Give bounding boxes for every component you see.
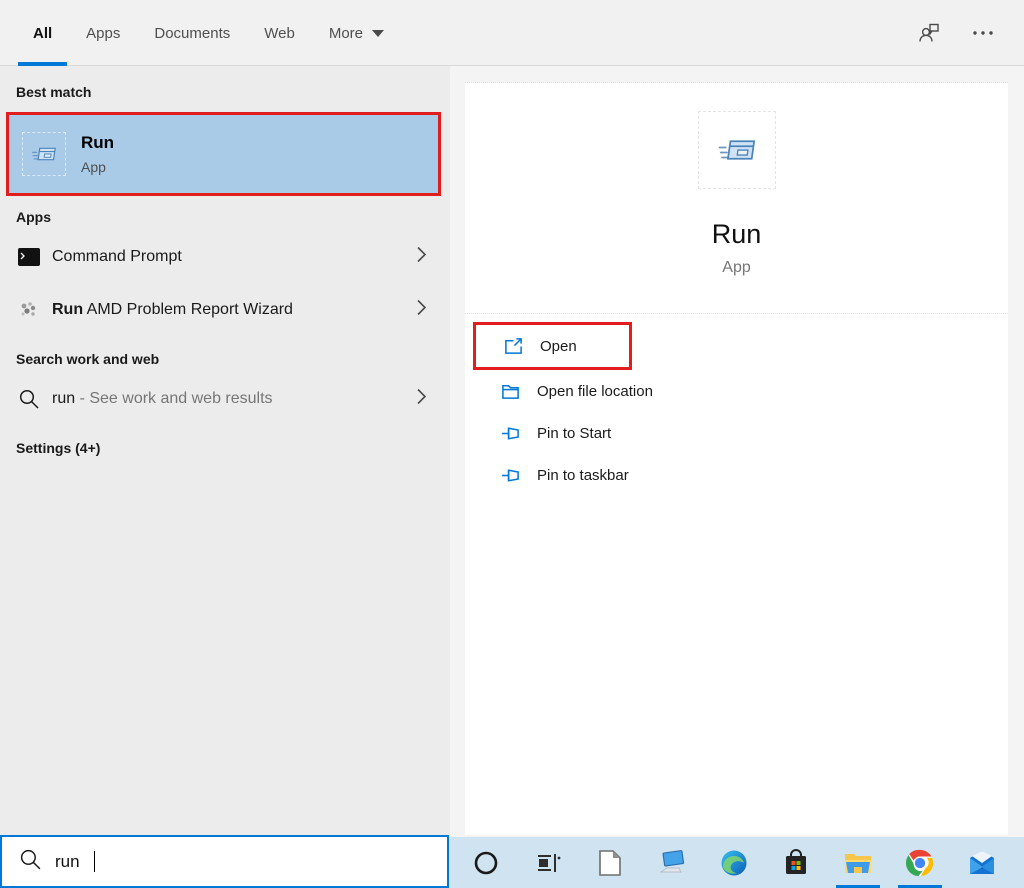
web-search-header: Search work and web [16, 351, 160, 367]
tab-documents[interactable]: Documents [154, 0, 230, 66]
preview-pane-background: Run App Open Open file location Pin to S… [450, 66, 1024, 835]
open-icon [503, 337, 523, 356]
action-label: Pin to taskbar [537, 466, 629, 484]
windows-search-panel: All Apps Documents Web More Best match R… [0, 0, 1024, 888]
preview-card: Run App Open Open file location Pin to S… [465, 82, 1008, 835]
best-match-result-run[interactable]: Run App [9, 115, 438, 193]
context-actions: Open Open file location Pin to Start Pin… [465, 322, 1008, 496]
search-filter-header: All Apps Documents Web More [0, 0, 1024, 66]
libreoffice-button[interactable] [579, 837, 641, 888]
this-pc-button[interactable] [641, 837, 703, 888]
best-match-subtitle: App [81, 159, 106, 175]
pin-icon [500, 466, 520, 485]
action-label: Open file location [537, 382, 653, 400]
result-label: Command Prompt [52, 247, 182, 265]
chevron-right-icon[interactable] [417, 388, 427, 409]
text-cursor [93, 851, 96, 872]
run-app-icon [22, 132, 66, 176]
tab-web[interactable]: Web [264, 0, 295, 66]
action-label: Pin to Start [537, 424, 612, 442]
search-icon [16, 388, 42, 410]
apps-header: Apps [16, 209, 51, 225]
more-options-icon[interactable] [970, 20, 996, 46]
result-amd-problem-report-wizard[interactable]: Run AMD Problem Report Wizard [0, 287, 450, 332]
best-match-header: Best match [16, 84, 92, 100]
best-match-text: Run App [81, 133, 114, 175]
result-label: Run AMD Problem Report Wizard [52, 300, 293, 318]
result-command-prompt[interactable]: Command Prompt [0, 234, 450, 279]
microsoft-store-button[interactable] [765, 837, 827, 888]
preview-subtitle: App [722, 259, 751, 276]
tab-apps[interactable]: Apps [86, 0, 120, 66]
best-match-title: Run [81, 133, 115, 152]
feedback-icon[interactable] [916, 20, 942, 46]
action-open-file-location[interactable]: Open file location [465, 370, 1008, 412]
pin-icon [500, 424, 520, 443]
action-pin-to-start[interactable]: Pin to Start [465, 412, 1008, 454]
action-pin-to-taskbar[interactable]: Pin to taskbar [465, 454, 1008, 496]
divider [465, 313, 1008, 314]
search-query-text: run [55, 851, 80, 871]
tab-all[interactable]: All [17, 0, 68, 66]
action-open[interactable]: Open [473, 322, 632, 370]
microsoft-edge-button[interactable] [703, 837, 765, 888]
command-prompt-icon [16, 245, 42, 269]
chevron-down-icon [372, 29, 385, 37]
chevron-right-icon[interactable] [417, 246, 427, 267]
amd-wizard-icon [16, 299, 42, 321]
settings-header: Settings (4+) [16, 440, 101, 456]
tab-more[interactable]: More [329, 0, 385, 66]
run-app-icon [697, 111, 776, 189]
result-label: run - See work and web results [52, 389, 273, 407]
google-chrome-button[interactable] [889, 837, 951, 888]
cortana-button[interactable] [455, 837, 517, 888]
search-icon [19, 848, 42, 876]
chevron-right-icon[interactable] [417, 299, 427, 320]
mail-button[interactable] [951, 837, 1013, 888]
filter-tabs: All Apps Documents Web More [17, 0, 1024, 66]
taskbar [449, 837, 1024, 888]
task-view-button[interactable] [517, 837, 579, 888]
taskbar-search-input[interactable]: run [0, 835, 449, 888]
action-label: Open [540, 337, 577, 355]
file-explorer-button[interactable] [827, 837, 889, 888]
folder-icon [500, 382, 520, 401]
search-results-pane: Best match Run App Apps Command Prompt R… [0, 66, 450, 835]
preview-title: Run [711, 219, 762, 249]
result-web-search-run[interactable]: run - See work and web results [0, 376, 450, 421]
annotation-box-best-match: Run App [6, 112, 441, 196]
